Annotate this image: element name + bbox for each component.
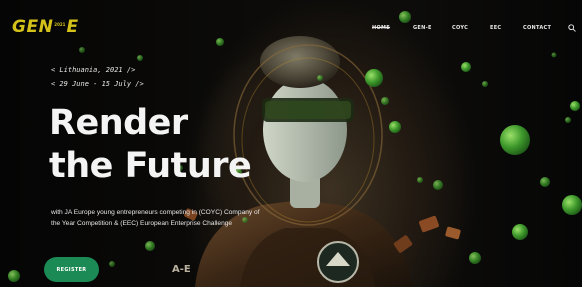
event-dates: < 29 June - 15 July /> — [51, 80, 144, 88]
nav-item-eec[interactable]: EEC — [490, 25, 501, 31]
register-button[interactable]: REGISTER — [44, 257, 99, 282]
nav-item-home[interactable]: HOME — [372, 25, 390, 31]
headline-line-1: Render — [49, 103, 188, 143]
hero-section: A-E GEN 2021 E HOME GEN-E COYC EEC CONTA… — [0, 0, 582, 287]
headline-line-2: the Future — [49, 146, 252, 186]
logo-year-text: 2021 — [54, 22, 66, 27]
logo-main-text: GEN — [12, 17, 54, 37]
suit-lettering: A-E — [172, 264, 191, 275]
logo-suffix-text: E — [66, 17, 79, 37]
hero-artwork: A-E — [8, 11, 582, 287]
nav-item-contact[interactable]: CONTACT — [523, 25, 551, 31]
nav-item-coyc[interactable]: COYC — [452, 25, 468, 31]
search-icon[interactable] — [568, 24, 576, 32]
nav-item-gen-e[interactable]: GEN-E — [413, 25, 432, 31]
brand-logo[interactable]: GEN 2021 E — [12, 18, 79, 36]
event-location: < Lithuania, 2021 /> — [51, 66, 136, 74]
hero-description: with JA Europe young entrepreneurs compe… — [51, 209, 260, 227]
